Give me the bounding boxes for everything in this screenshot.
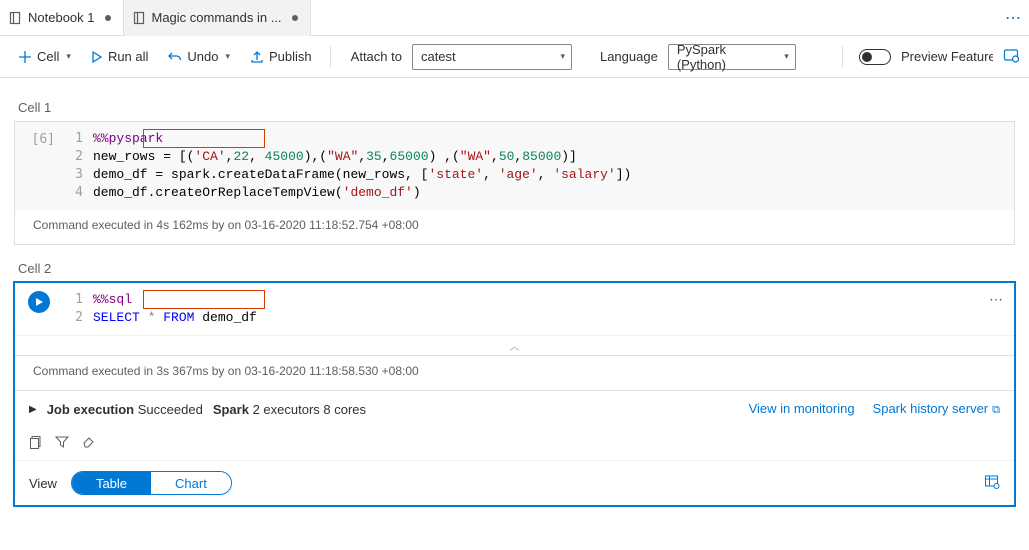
job-execution-row: ▶ Job execution Succeeded Spark 2 execut… [15,390,1014,427]
output-actions [15,427,1014,460]
tabs-bar: Notebook 1 Magic commands in ... ⋯ [0,0,1029,36]
toolbar: Cell ▾ Run all Undo ▾ Publish Attach to … [0,36,1029,78]
cell-2: ⋯ 12 %%sqlSELECT * FROM demo_df ︿ Comman… [14,282,1015,506]
run-all-button[interactable]: Run all [83,45,156,68]
undo-button[interactable]: Undo ▾ [160,45,238,68]
run-cell-button[interactable] [28,291,50,313]
separator [842,46,843,68]
attach-to-dropdown[interactable]: catest ▾ [412,44,572,70]
language-label: Language [600,49,658,64]
tab-notebook-1[interactable]: Notebook 1 [0,0,124,36]
toolbar-right: Preview Features [836,46,1019,68]
publish-icon [250,50,264,64]
table-settings-button[interactable] [984,474,1000,493]
notebook-icon [8,11,22,25]
publish-button[interactable]: Publish [242,45,320,68]
execution-status: Command executed in 3s 367ms by on 03-16… [15,355,1014,390]
notebook-icon [132,11,146,25]
plus-icon [18,50,32,64]
code-area[interactable]: [6] 1234 %%pysparknew_rows = [('CA',22, … [15,122,1014,210]
line-gutter: 1234 [63,130,93,202]
view-toggle-group: Table Chart [71,471,232,495]
view-in-monitoring-link[interactable]: View in monitoring [749,401,855,417]
execution-status: Command executed in 4s 162ms by on 03-16… [15,210,1014,244]
cells-container: Cell 1 [6] 1234 %%pysparknew_rows = [('C… [0,78,1029,542]
tabs-overflow-button[interactable]: ⋯ [997,8,1029,28]
cell-more-button[interactable]: ⋯ [989,291,1004,308]
separator [330,46,331,68]
tab-title: Magic commands in ... [152,10,282,25]
external-link-icon: ⧉ [992,404,1000,416]
play-icon [91,51,103,63]
view-label: View [29,476,57,491]
tab-title: Notebook 1 [28,10,95,25]
code-area[interactable]: ⋯ 12 %%sqlSELECT * FROM demo_df [15,283,1014,335]
copy-icon[interactable] [29,435,43,452]
add-cell-button[interactable]: Cell ▾ [10,45,79,68]
line-gutter: 12 [63,291,93,327]
chevron-down-icon: ▾ [225,51,230,62]
code-editor[interactable]: %%sqlSELECT * FROM demo_df [93,291,1014,327]
chevron-down-icon: ▾ [560,51,565,62]
tab-magic-commands[interactable]: Magic commands in ... [124,0,311,36]
execution-count: [6] [15,130,63,202]
preview-features-label: Preview Features [901,49,993,64]
unsaved-dot-icon [105,15,111,21]
play-icon [34,297,44,307]
spark-history-link[interactable]: Spark history server⧉ [873,401,1000,417]
view-table-button[interactable]: Table [72,472,151,494]
view-chart-button[interactable]: Chart [151,472,231,494]
info-icon[interactable] [1003,47,1019,66]
spark-info: Spark 2 executors 8 cores [213,402,366,417]
chevron-down-icon: ▾ [784,51,789,62]
language-dropdown[interactable]: PySpark (Python) ▾ [668,44,796,70]
code-editor[interactable]: %%pysparknew_rows = [('CA',22, 45000),("… [93,130,1014,202]
undo-icon [168,50,182,64]
unsaved-dot-icon [292,15,298,21]
view-row: View Table Chart [15,460,1014,505]
filter-icon[interactable] [55,435,69,452]
cell-1: [6] 1234 %%pysparknew_rows = [('CA',22, … [14,121,1015,245]
cell-label: Cell 1 [18,100,1015,115]
erase-icon[interactable] [81,435,95,452]
job-execution-label: Job execution Succeeded [47,402,203,417]
cell-label: Cell 2 [18,261,1015,276]
attach-to-label: Attach to [351,49,402,64]
play-icon: ▶ [29,404,37,415]
collapse-output-button[interactable]: ︿ [15,335,1014,355]
chevron-down-icon: ▾ [66,51,71,62]
preview-features-toggle[interactable] [859,49,891,65]
